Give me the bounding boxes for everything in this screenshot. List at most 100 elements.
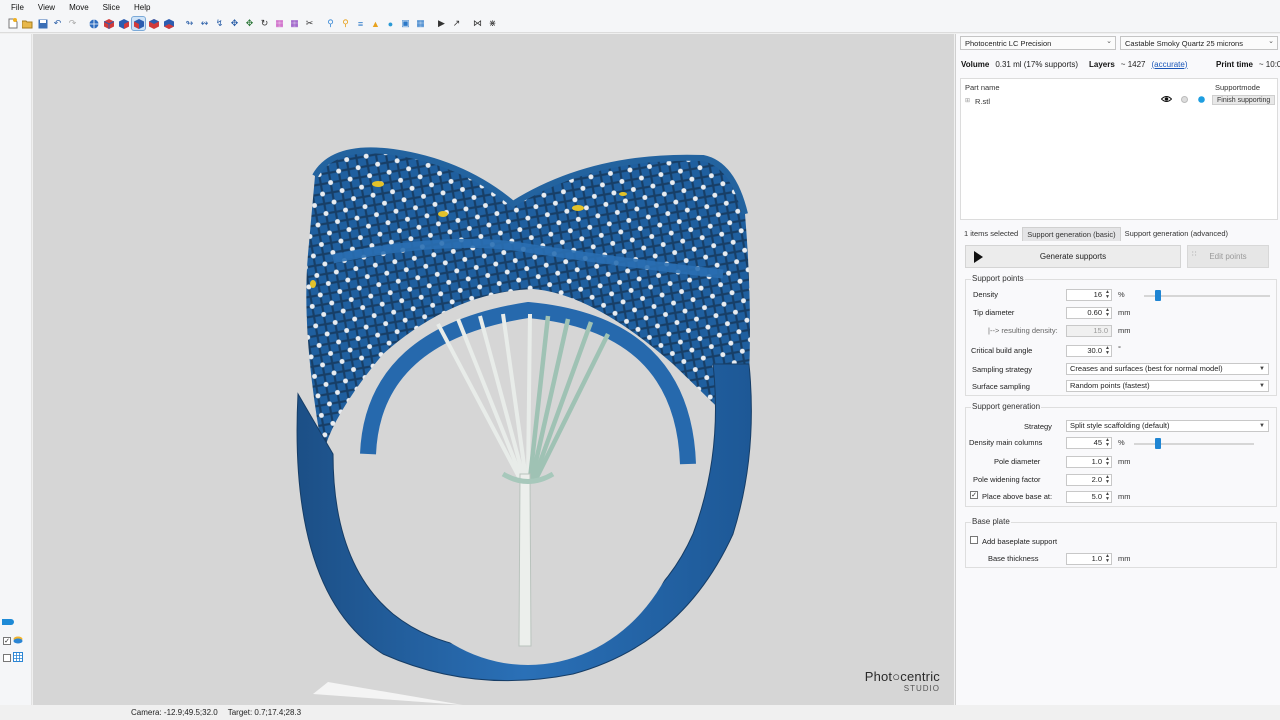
color-dot-icon[interactable] — [1198, 96, 1205, 105]
move-icon[interactable]: ✥ — [243, 17, 256, 30]
strategy-label: Strategy — [1024, 422, 1052, 431]
density-columns-value: 45 — [1093, 438, 1102, 447]
spin-arrows-icon[interactable]: ▲ ▼ — [1105, 475, 1110, 485]
menu-help[interactable]: Help — [127, 3, 157, 12]
play-icon[interactable]: ▶ — [435, 17, 448, 30]
menu-file[interactable]: File — [4, 3, 31, 12]
base-plate-title: Base plate — [971, 517, 1011, 526]
generate-supports-button[interactable]: Generate supports — [965, 245, 1181, 268]
support-generation-title: Support generation — [971, 402, 1042, 411]
grid-icon[interactable]: ▦ — [288, 17, 301, 30]
tab-support-basic[interactable]: Support generation (basic) — [1022, 227, 1121, 241]
layers-accurate-link[interactable]: (accurate) — [1152, 60, 1188, 69]
3d-viewport[interactable]: Phot○centric STUDIO — [33, 34, 954, 705]
camera-readout: Camera: -12.9;49.5;32.0 — [131, 708, 218, 717]
parts-header: Part name Supportmode — [961, 79, 1277, 92]
export-icon[interactable]: ↗ — [450, 17, 463, 30]
base-thickness-unit: mm — [1118, 554, 1131, 563]
checkbox[interactable]: ✓ — [3, 637, 11, 645]
spin-arrows-icon[interactable]: ▲ ▼ — [1105, 346, 1110, 356]
save-icon[interactable] — [36, 17, 49, 30]
support-pin-icon[interactable]: ⚲ — [324, 17, 337, 30]
strategy-select[interactable]: Split style scaffolding (default) ▼ — [1066, 420, 1269, 432]
sidebar-indicator[interactable] — [2, 619, 14, 625]
menu-view[interactable]: View — [31, 3, 62, 12]
menu-slice[interactable]: Slice — [96, 3, 127, 12]
undo-icon[interactable]: ↶ — [51, 17, 64, 30]
material-select[interactable]: Castable Smoky Quartz 25 microns ⌄ — [1120, 36, 1278, 50]
resulting-density-value: 15.0 — [1066, 325, 1112, 337]
edit-points-button[interactable]: ∷ Edit points — [1187, 245, 1269, 268]
chevron-down-icon: ▼ — [1259, 423, 1265, 429]
cube-view-active-icon[interactable] — [131, 16, 146, 31]
base-thickness-value: 1.0 — [1091, 554, 1102, 563]
eye-icon[interactable] — [1160, 95, 1173, 105]
rotate-icon[interactable]: ↻ — [258, 17, 271, 30]
density-input[interactable]: 16 ▲ ▼ — [1066, 289, 1112, 301]
surface-sampling-label: Surface sampling — [972, 382, 1030, 391]
spin-arrows-icon[interactable]: ▲ ▼ — [1105, 457, 1110, 467]
resulting-density-unit: mm — [1118, 326, 1131, 335]
support-base-icon[interactable]: ● — [384, 17, 397, 30]
generate-supports-label: Generate supports — [1039, 252, 1107, 261]
move-z-icon[interactable]: ↯ — [213, 17, 226, 30]
support-tree-icon[interactable]: ▲ — [369, 17, 382, 30]
network-icon[interactable]: ⋈ — [471, 17, 484, 30]
support-layers-icon[interactable]: ▣ — [399, 17, 412, 30]
info-icon[interactable] — [1181, 96, 1188, 105]
density-slider[interactable] — [1144, 290, 1270, 301]
sampling-strategy-select[interactable]: Creases and surfaces (best for normal mo… — [1066, 363, 1269, 375]
tip-diameter-input[interactable]: 0.60 ▲ ▼ — [1066, 307, 1112, 319]
print-time-info: Print time ~ 10:04 — [1216, 58, 1280, 70]
base-thickness-input[interactable]: 1.0 ▲ ▼ — [1066, 553, 1112, 565]
support-pin-icon[interactable]: ⚲ — [339, 17, 352, 30]
move-all-icon[interactable]: ✥ — [228, 17, 241, 30]
spin-arrows-icon[interactable]: ▲ ▼ — [1105, 290, 1110, 300]
cube-view-icon[interactable] — [117, 17, 130, 30]
cube-view-icon[interactable] — [147, 17, 160, 30]
cube-view-icon[interactable] — [102, 17, 115, 30]
critical-angle-input[interactable]: 30.0 ▲ ▼ — [1066, 345, 1112, 357]
density-columns-slider[interactable] — [1134, 438, 1254, 449]
network-icon[interactable]: ⋇ — [486, 17, 499, 30]
sidebar-toggle-grid[interactable] — [3, 652, 23, 664]
list-item[interactable]: ⊞ R.stl Finish supporting — [961, 94, 1277, 106]
finish-supporting-button[interactable]: Finish supporting — [1212, 95, 1276, 105]
menu-move[interactable]: Move — [62, 3, 96, 12]
layers-value: ~ 1427 — [1120, 59, 1146, 69]
new-icon[interactable] — [6, 17, 19, 30]
spin-arrows-icon[interactable]: ▲ ▼ — [1105, 492, 1110, 502]
surface-sampling-select[interactable]: Random points (fastest) ▼ — [1066, 380, 1269, 392]
print-time-label: Print time — [1216, 59, 1253, 69]
sidebar-toggle-layers[interactable]: ✓ — [3, 636, 23, 646]
pole-diameter-input[interactable]: 1.0 ▲ ▼ — [1066, 456, 1112, 468]
add-baseplate-checkbox[interactable] — [970, 536, 978, 544]
slider-handle[interactable] — [1155, 438, 1162, 449]
move-x-icon[interactable]: ↬ — [183, 17, 196, 30]
place-above-base-checkbox[interactable]: ✓ — [970, 491, 978, 499]
spin-arrows-icon[interactable]: ▲ ▼ — [1105, 438, 1110, 448]
density-columns-input[interactable]: 45 ▲ ▼ — [1066, 437, 1112, 449]
printer-select[interactable]: Photocentric LC Precision ⌄ — [960, 36, 1116, 50]
move-y-icon[interactable]: ↭ — [198, 17, 211, 30]
slider-handle[interactable] — [1154, 290, 1161, 301]
spin-arrows-icon[interactable]: ▲ ▼ — [1105, 308, 1110, 318]
tab-support-advanced[interactable]: Support generation (advanced) — [1121, 227, 1232, 241]
support-stack-icon[interactable]: ≡ — [354, 17, 367, 30]
expand-icon[interactable]: ⊞ — [965, 97, 970, 104]
support-grid-icon[interactable]: ▦ — [414, 17, 427, 30]
redo-icon[interactable]: ↷ — [66, 17, 79, 30]
globe-icon[interactable] — [87, 17, 100, 30]
pole-widening-input[interactable]: 2.0 ▲ ▼ — [1066, 474, 1112, 486]
place-above-base-label: Place above base at: — [982, 492, 1053, 501]
place-above-base-input[interactable]: 5.0 ▲ ▼ — [1066, 491, 1112, 503]
density-columns-label: Density main columns — [969, 438, 1043, 447]
scale-icon[interactable]: ▦ — [273, 17, 286, 30]
cube-view-icon[interactable] — [162, 17, 175, 30]
checkbox[interactable] — [3, 654, 11, 662]
cut-icon[interactable]: ✂ — [303, 17, 316, 30]
spin-arrows-icon[interactable]: ▲ ▼ — [1105, 554, 1110, 564]
open-icon[interactable] — [21, 17, 34, 30]
place-above-base-unit: mm — [1118, 492, 1131, 501]
ring-model — [296, 147, 752, 705]
